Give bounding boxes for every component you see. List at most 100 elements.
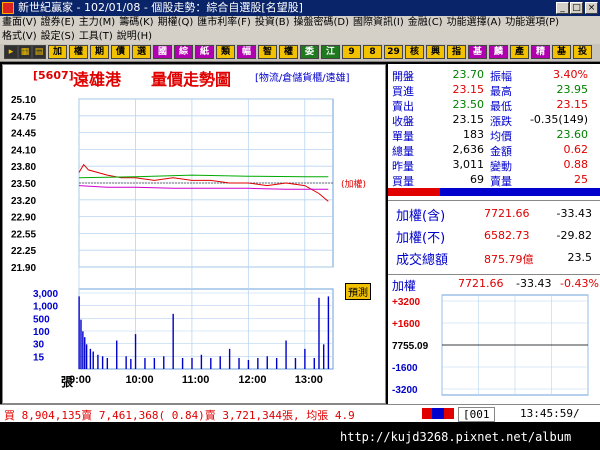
menu-item-0[interactable]: 畫面(V) <box>2 16 37 30</box>
menu-item-3[interactable]: 籌碼(K) <box>119 16 153 30</box>
quote-value: 3.40% <box>553 68 588 81</box>
volume-bar <box>106 357 109 369</box>
toolbar-grid-button[interactable]: ▦ <box>18 45 32 59</box>
quote-value: 23.15 <box>452 113 485 126</box>
toolbar-button-17[interactable]: 核 <box>405 45 424 59</box>
mini-index-pct: -0.43% <box>560 277 599 290</box>
volume-bar <box>144 357 146 369</box>
price-tick-label: 24.10 <box>11 145 36 156</box>
volume-tick-label: 1,000 <box>33 302 58 313</box>
toolbar-button-16[interactable]: 29 <box>384 45 403 59</box>
volume-tick-label: 500 <box>33 314 50 325</box>
menu-item-4[interactable]: 期權(Q) <box>158 16 194 30</box>
window-title: 新世紀贏家 - 102/01/08 - 個股走勢：綜合自選股[名望股] <box>18 1 303 14</box>
index-label: 加權(不) <box>396 231 446 246</box>
menu-item-1[interactable]: 證券(E) <box>41 16 75 30</box>
toolbar-button-20[interactable]: 基 <box>468 45 487 59</box>
stock-category: [物流/倉儲貨櫃/遠雄] <box>255 73 350 84</box>
menu-item-6[interactable]: 投資(B) <box>255 16 290 30</box>
mini-index-change: -33.43 <box>516 277 552 290</box>
menu-item-8[interactable]: 國際資訊(I) <box>353 16 404 30</box>
index-mini-chart: +3200 +1600 7755.09 -1600 -3200 <box>392 294 589 396</box>
status-indicator <box>422 408 454 419</box>
toolbar-button-15[interactable]: 8 <box>363 45 382 59</box>
toolbar-home-button[interactable]: ▸ <box>4 45 18 59</box>
toolbar-button-3[interactable]: 債 <box>111 45 130 59</box>
chart-title: 量價走勢圖 <box>151 70 232 89</box>
index-change: 23.5 <box>567 251 593 264</box>
close-button[interactable]: × <box>585 2 598 14</box>
toolbar-button-5[interactable]: 國 <box>153 45 172 59</box>
toolbar-button-10[interactable]: 智 <box>258 45 277 59</box>
toolbar-list-button[interactable]: ▤ <box>32 45 46 59</box>
mini-tick-label: +1600 <box>392 319 421 330</box>
volume-bar <box>153 357 156 369</box>
menu-item-11[interactable]: 功能選項(P) <box>505 16 559 30</box>
toolbar-button-13[interactable]: 江 <box>321 45 340 59</box>
menu-item-7[interactable]: 操盤密碼(D) <box>294 16 350 30</box>
quote-label: 賣量 <box>490 175 512 188</box>
mini-index-value: 7721.66 <box>458 277 504 290</box>
maximize-button[interactable]: □ <box>570 2 583 14</box>
toolbar-button-21[interactable]: 麟 <box>489 45 508 59</box>
index-change: -29.82 <box>556 229 592 242</box>
volume-bar <box>181 357 184 369</box>
menu-item-3[interactable]: 說明(H) <box>117 30 152 44</box>
menu-item-2[interactable]: 主力(M) <box>79 16 115 30</box>
url-watermark: http://kujd3268.pixnet.net/album <box>340 430 572 444</box>
price-tick-label: 22.55 <box>11 229 36 240</box>
menu-item-1[interactable]: 設定(S) <box>41 30 75 44</box>
volume-bar <box>163 356 165 369</box>
menu-item-10[interactable]: 功能選擇(A) <box>447 16 502 30</box>
volume-bar <box>101 356 104 369</box>
stock-code-input[interactable]: [001 <box>458 407 495 422</box>
toolbar-button-19[interactable]: 指 <box>447 45 466 59</box>
volume-bar <box>84 337 86 369</box>
volume-bar <box>191 357 193 369</box>
toolbar-button-22[interactable]: 產 <box>510 45 529 59</box>
price-series-line-1 <box>78 185 329 190</box>
toolbar-button-2[interactable]: 期 <box>90 45 109 59</box>
volume-bar <box>125 356 127 369</box>
toolbar-button-11[interactable]: 權 <box>279 45 298 59</box>
toolbar-button-23[interactable]: 精 <box>531 45 550 59</box>
toolbar: ▸ ▦ ▤ 加權期債選國綜紙類幅智權委江 9 8 29 核興指基麟產精基投 <box>0 44 600 62</box>
toolbar-button-6[interactable]: 綜 <box>174 45 193 59</box>
menu-item-9[interactable]: 金融(C) <box>408 16 443 30</box>
toolbar-button-8[interactable]: 類 <box>216 45 235 59</box>
toolbar-button-1[interactable]: 權 <box>69 45 88 59</box>
toolbar-button-4[interactable]: 選 <box>132 45 151 59</box>
volume-bar <box>92 351 94 369</box>
minimize-button[interactable]: _ <box>556 2 569 14</box>
quote-label: 單量 <box>392 130 414 143</box>
quote-label: 買進 <box>392 85 414 98</box>
quote-value: 23.50 <box>452 98 485 111</box>
quote-label: 收盤 <box>392 115 414 128</box>
quote-panel: 開盤 23.70 買進 23.15 賣出 23.50 收盤 23.15 單量 183 總量 2,636… <box>388 64 600 404</box>
volume-tick-label: 3,000 <box>33 289 58 300</box>
toolbar-button-7[interactable]: 紙 <box>195 45 214 59</box>
menu-item-5[interactable]: 匯市利率(F) <box>197 16 251 30</box>
toolbar-button-24[interactable]: 基 <box>552 45 571 59</box>
volume-bar <box>134 334 137 369</box>
volume-bar <box>257 357 259 369</box>
toolbar-button-18[interactable]: 興 <box>426 45 445 59</box>
toolbar-button-12[interactable]: 委 <box>300 45 319 59</box>
menu-bar-secondary: 格式(V) 設定(S) 工具(T) 說明(H) <box>0 30 600 44</box>
toolbar-button-25[interactable]: 投 <box>573 45 592 59</box>
price-tick-label: 22.25 <box>11 246 36 257</box>
toolbar-button-0[interactable]: 加 <box>48 45 67 59</box>
toolbar-button-14[interactable]: 9 <box>342 45 361 59</box>
bid-ask-bar <box>388 188 600 196</box>
volume-tick-label: 30 <box>33 340 45 351</box>
quote-label: 金額 <box>490 145 512 158</box>
toolbar-button-9[interactable]: 幅 <box>237 45 256 59</box>
quote-label: 總量 <box>392 145 414 158</box>
price-tick-label: 24.75 <box>11 112 36 123</box>
quote-value: 23.70 <box>452 68 485 81</box>
volume-bar <box>266 356 268 369</box>
forecast-button[interactable]: 預測 <box>345 283 371 300</box>
volume-bar <box>294 357 297 369</box>
menu-item-2[interactable]: 工具(T) <box>79 30 113 44</box>
menu-item-0[interactable]: 格式(V) <box>2 30 37 44</box>
